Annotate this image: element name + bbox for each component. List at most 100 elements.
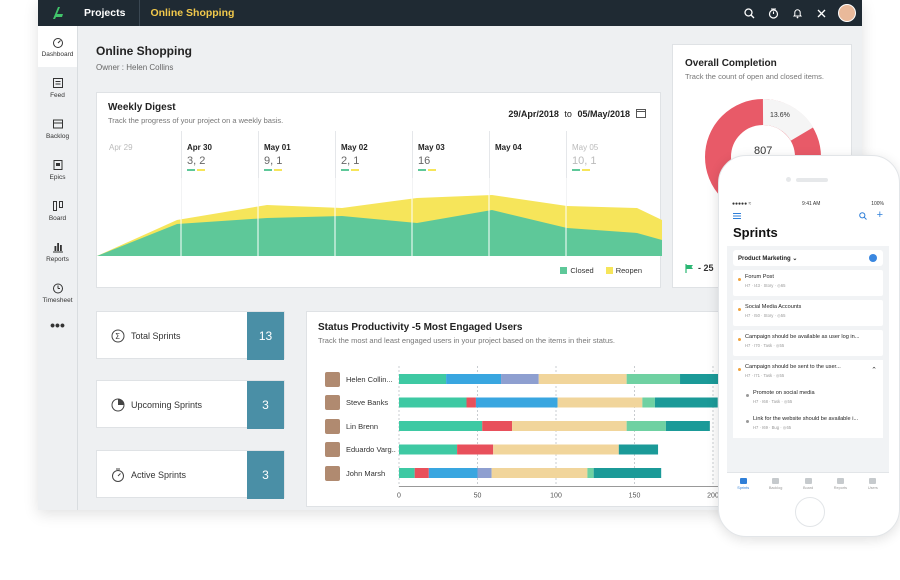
sprint-status-dot[interactable] [869, 254, 877, 262]
bar-segment[interactable] [466, 397, 476, 408]
search-icon[interactable] [742, 6, 756, 20]
bar-segment[interactable] [477, 468, 492, 478]
total-sprints-value: 13 [247, 312, 284, 360]
project-dropdown[interactable]: Product Marketing ⌄ [733, 250, 883, 266]
bar-segment[interactable] [680, 374, 720, 384]
sidebar-item-feed[interactable]: Feed [38, 67, 77, 108]
chevron-up-icon[interactable]: ⌃ [871, 366, 877, 374]
sprint-item[interactable]: Campaign should be available as user log… [733, 330, 883, 356]
tab-sprints[interactable]: Sprints [727, 473, 759, 494]
user-row[interactable]: Helen Collin... [325, 371, 396, 387]
upcoming-sprints-card[interactable]: Upcoming Sprints 3 [96, 380, 285, 429]
sprint-item-meta: H7 · I70 · Task · ◎55 [745, 343, 785, 348]
upcoming-sprints-value: 3 [247, 381, 284, 429]
phone-status-bar: ●●●●● ≈ 9:41 AM 100% [727, 199, 889, 209]
tab-reports[interactable]: Reports [824, 473, 856, 494]
bar-segment[interactable] [593, 468, 662, 478]
projects-link[interactable]: Projects [78, 7, 139, 19]
tab-users[interactable]: Users [857, 473, 889, 494]
bar-segment[interactable] [493, 444, 619, 455]
sidebar-item-dashboard[interactable]: Dashboard [38, 26, 77, 67]
bar-segment[interactable] [414, 468, 429, 478]
phone-add-icon[interactable]: + [877, 209, 883, 221]
user-row[interactable]: Steve Banks [325, 395, 396, 411]
sidebar-item-backlog[interactable]: Backlog [38, 108, 77, 149]
sprint-item-title: Forum Post [745, 274, 774, 280]
user-row[interactable]: John Marsh [325, 465, 396, 481]
bar-segment[interactable] [457, 444, 494, 455]
day-name: May 02 [341, 143, 368, 152]
bar-segment[interactable] [642, 397, 655, 408]
tab-board[interactable]: Board [792, 473, 824, 494]
sprint-item-expanded[interactable]: Campaign should be sent to the user... H… [733, 360, 883, 386]
avatar [325, 395, 340, 410]
sprint-item-title: Social Media Accounts [745, 304, 802, 310]
bar-segment[interactable] [654, 397, 718, 408]
day-value-underline [264, 169, 282, 171]
tab-backlog[interactable]: Backlog [759, 473, 791, 494]
priority-dot [738, 278, 741, 281]
bar-segment[interactable] [399, 374, 447, 384]
weekly-digest-subtitle: Track the progress of your project on a … [108, 116, 284, 125]
bar-segment[interactable] [538, 374, 627, 384]
bar-segment[interactable] [626, 421, 666, 431]
bar-segment[interactable] [626, 374, 681, 384]
day-name: May 04 [495, 143, 522, 152]
user-row[interactable]: Eduardo Varg... [325, 442, 396, 458]
sidebar-item-epics[interactable]: Epics [38, 149, 77, 190]
date-range[interactable]: 29/Apr/2018 to 05/May/2018 [508, 109, 630, 119]
bar-segment[interactable] [399, 421, 483, 431]
bar-segment[interactable] [446, 374, 502, 384]
bar-segment[interactable] [501, 374, 539, 384]
bar-segment[interactable] [399, 397, 467, 408]
sub-item-title: Link for the website should be available… [753, 416, 859, 422]
owner-label: Owner : [96, 63, 125, 72]
top-actions [742, 0, 856, 26]
app-logo-icon[interactable] [38, 0, 78, 26]
phone-tab-bar: Sprints Backlog Board Reports Users [727, 472, 889, 494]
flag-icon [685, 263, 693, 273]
epics-icon [53, 159, 62, 170]
bar-segment[interactable] [587, 468, 594, 478]
sub-item[interactable]: Promote on social media H7 · I68 · Task … [733, 386, 883, 412]
current-project-link[interactable]: Online Shopping [140, 7, 248, 19]
legend-reopen: Reopen [605, 266, 642, 275]
active-sprints-card[interactable]: Active Sprints 3 [96, 450, 285, 499]
sprint-item-title: Campaign should be sent to the user... [745, 364, 841, 370]
sidebar-item-label: Reports [46, 255, 69, 263]
tools-icon[interactable] [814, 6, 828, 20]
bar-segment[interactable] [491, 468, 588, 478]
bar-segment[interactable] [665, 421, 710, 431]
phone-mockup: ●●●●● ≈ 9:41 AM 100% + Sprints Product M… [718, 155, 900, 537]
user-avatar[interactable] [838, 4, 856, 22]
avatar [325, 442, 340, 457]
bell-icon[interactable] [790, 6, 804, 20]
day-value-underline [187, 169, 205, 171]
calendar-icon[interactable] [636, 108, 646, 118]
bar-segment[interactable] [482, 421, 513, 431]
sidebar-item-timesheet[interactable]: Timesheet [38, 272, 77, 313]
phone-search-icon[interactable] [859, 212, 867, 220]
priority-dot [738, 308, 741, 311]
total-sprints-card[interactable]: Σ Total Sprints 13 [96, 311, 285, 360]
bar-segment[interactable] [475, 397, 558, 408]
bar-segment[interactable] [399, 444, 458, 455]
clock-icon [111, 398, 125, 412]
avatar [325, 465, 340, 481]
user-row[interactable]: Lin Brenn [325, 418, 396, 434]
digest-legend: Closed Reopen [560, 266, 642, 275]
bar-segment[interactable] [618, 444, 659, 455]
bar-segment[interactable] [399, 468, 415, 478]
sprint-item[interactable]: Forum Post H7 · I43 · Story · ◎65 [733, 270, 883, 296]
bar-segment[interactable] [557, 397, 643, 408]
timer-icon[interactable] [766, 6, 780, 20]
sidebar-item-reports[interactable]: Reports [38, 231, 77, 272]
hamburger-menu-icon[interactable] [733, 213, 741, 219]
sub-item[interactable]: Link for the website should be available… [733, 412, 883, 438]
bar-segment[interactable] [512, 421, 627, 431]
bar-segment[interactable] [428, 468, 478, 478]
sidebar-item-board[interactable]: Board [38, 190, 77, 231]
sidebar-more-button[interactable]: ••• [38, 313, 77, 337]
sprint-item[interactable]: Social Media Accounts H7 · I50 · Story ·… [733, 300, 883, 326]
backlog-icon [772, 477, 780, 484]
